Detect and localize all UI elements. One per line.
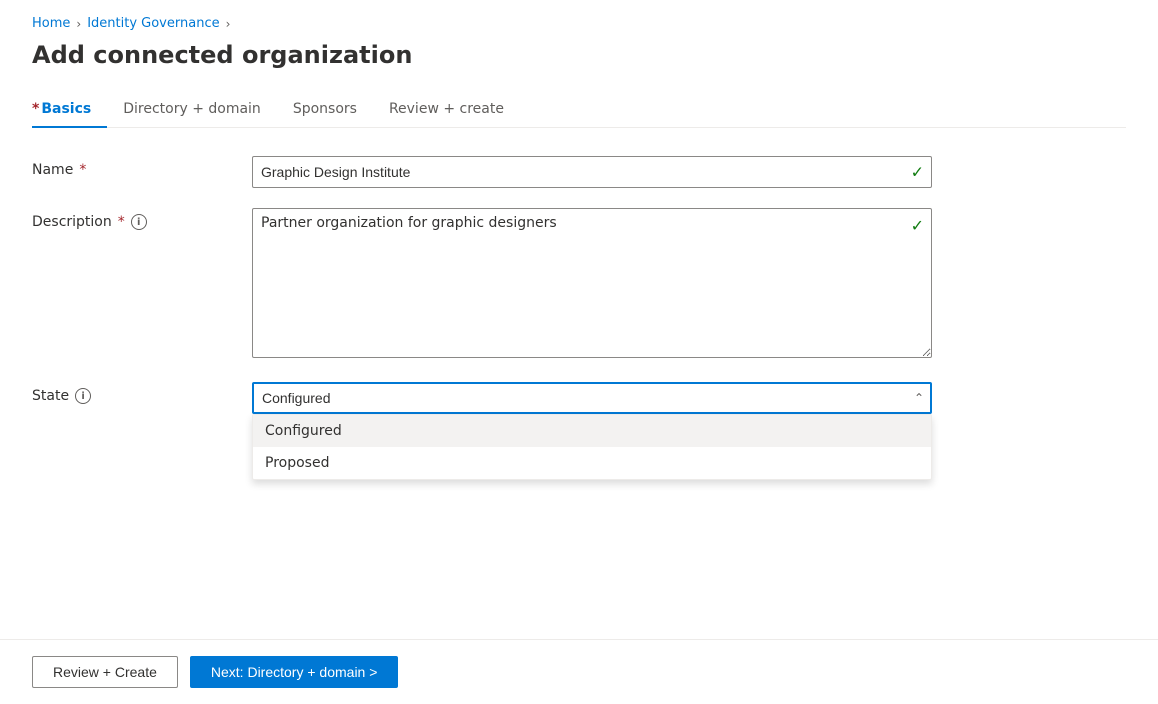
name-required-star: * [79, 162, 86, 178]
form-section: Name * ✓ Description * i Partner organiz… [32, 156, 932, 414]
name-row: Name * ✓ [32, 156, 932, 188]
breadcrumb-identity-governance[interactable]: Identity Governance [87, 16, 219, 31]
next-button[interactable]: Next: Directory + domain > [190, 656, 399, 688]
name-label: Name * [32, 156, 232, 178]
state-dropdown-menu: Configured Proposed [252, 414, 932, 480]
description-field-wrapper: Partner organization for graphic designe… [252, 208, 932, 362]
state-dropdown-wrapper: Configured Proposed ⌃ Configured Propose… [252, 382, 932, 414]
tab-sponsors[interactable]: Sponsors [277, 93, 373, 127]
description-check-icon: ✓ [911, 216, 924, 235]
state-option-proposed[interactable]: Proposed [253, 447, 931, 479]
state-option-configured[interactable]: Configured [253, 415, 931, 447]
tab-basics[interactable]: *Basics [32, 93, 107, 127]
description-label: Description * i [32, 208, 232, 230]
name-input[interactable] [252, 156, 932, 188]
state-select[interactable]: Configured Proposed [252, 382, 932, 414]
breadcrumb-sep1: › [76, 17, 81, 31]
tab-asterisk-basics: * [32, 101, 39, 117]
review-create-button[interactable]: Review + Create [32, 656, 178, 688]
page-title: Add connected organization [32, 41, 1126, 69]
state-row: State i Configured Proposed ⌃ Configured… [32, 382, 932, 414]
description-required-star: * [118, 214, 125, 230]
description-row: Description * i Partner organization for… [32, 208, 932, 362]
breadcrumb: Home › Identity Governance › [32, 16, 1126, 31]
tab-directory-domain[interactable]: Directory + domain [107, 93, 277, 127]
bottom-bar: Review + Create Next: Directory + domain… [0, 639, 1158, 704]
name-field-wrapper: ✓ [252, 156, 932, 188]
state-info-icon[interactable]: i [75, 388, 91, 404]
breadcrumb-sep2: › [226, 17, 231, 31]
description-textarea[interactable]: Partner organization for graphic designe… [252, 208, 932, 358]
name-check-icon: ✓ [911, 163, 924, 182]
tab-review-create[interactable]: Review + create [373, 93, 520, 127]
tabs-nav: *Basics Directory + domain Sponsors Revi… [32, 93, 1126, 128]
state-label: State i [32, 382, 232, 404]
description-info-icon[interactable]: i [131, 214, 147, 230]
breadcrumb-home[interactable]: Home [32, 16, 70, 31]
